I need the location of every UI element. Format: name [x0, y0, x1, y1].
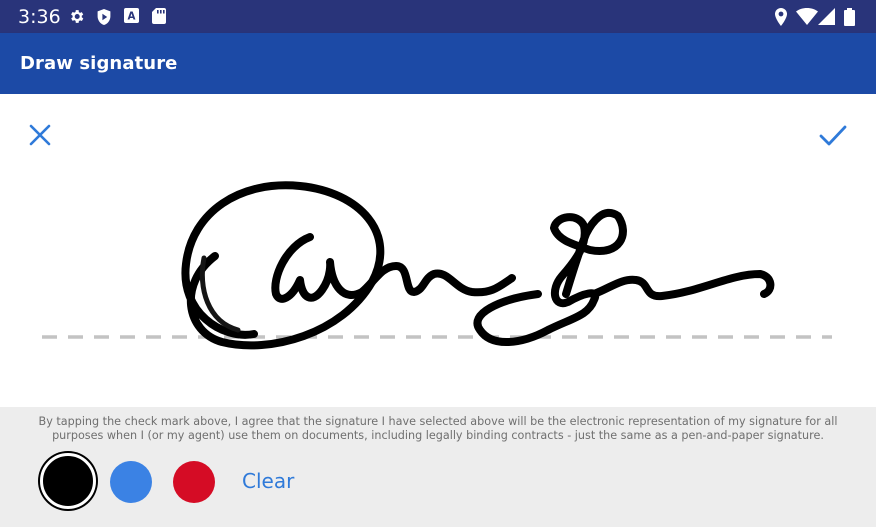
svg-text:A: A — [128, 11, 136, 23]
clear-button[interactable]: Clear — [242, 469, 294, 493]
color-swatch-blue[interactable] — [110, 461, 152, 503]
legal-disclaimer: By tapping the check mark above, I agree… — [38, 415, 838, 442]
sd-card-icon — [152, 8, 166, 24]
signature-drawing — [42, 181, 832, 350]
signal-icon — [818, 8, 835, 25]
signature-strokes — [181, 181, 775, 350]
app-bar: Draw signature — [0, 33, 876, 94]
font-a-icon: A — [124, 8, 139, 23]
signature-canvas[interactable] — [0, 94, 876, 407]
battery-icon — [844, 8, 855, 26]
status-time: 3:36 — [18, 6, 61, 28]
color-swatch-red[interactable] — [173, 461, 215, 503]
status-bar: 3:36 A — [0, 0, 876, 33]
shield-icon — [97, 9, 111, 25]
gear-icon — [71, 10, 84, 23]
app-title: Draw signature — [20, 53, 178, 74]
location-icon — [775, 8, 787, 26]
check-icon[interactable] — [819, 125, 847, 147]
wifi-icon — [796, 8, 818, 25]
signature-options-panel: By tapping the check mark above, I agree… — [0, 407, 876, 527]
color-swatch-black[interactable] — [40, 453, 96, 509]
close-icon[interactable] — [29, 124, 51, 146]
